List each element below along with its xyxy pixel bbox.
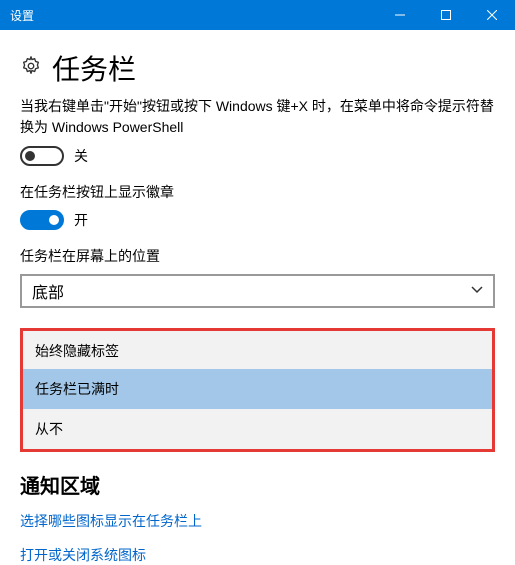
chevron-down-icon xyxy=(471,282,483,300)
window-title: 设置 xyxy=(0,7,377,24)
badge-toggle[interactable] xyxy=(20,210,64,230)
powershell-toggle[interactable] xyxy=(20,146,64,166)
page-header: 任务栏 xyxy=(20,48,495,88)
dropdown-value: 底部 xyxy=(32,279,64,303)
content: 任务栏 当我右键单击"开始"按钮或按下 Windows 键+X 时，在菜单中将命… xyxy=(0,30,515,565)
badge-toggle-row: 开 xyxy=(20,210,495,230)
toggle-label: 关 xyxy=(74,146,88,166)
system-icons-link[interactable]: 打开或关闭系统图标 xyxy=(20,545,495,565)
combo-option[interactable]: 从不 xyxy=(23,409,492,449)
badge-desc: 在任务栏按钮上显示徽章 xyxy=(20,182,495,202)
position-label: 任务栏在屏幕上的位置 xyxy=(20,246,495,266)
close-button[interactable] xyxy=(469,0,515,30)
gear-icon xyxy=(20,55,42,82)
titlebar: 设置 xyxy=(0,0,515,30)
combo-option[interactable]: 任务栏已满时 xyxy=(23,369,492,409)
toggle-label: 开 xyxy=(74,210,88,230)
powershell-desc: 当我右键单击"开始"按钮或按下 Windows 键+X 时，在菜单中将命令提示符… xyxy=(20,96,495,138)
minimize-button[interactable] xyxy=(377,0,423,30)
page-title: 任务栏 xyxy=(52,48,136,88)
choose-icons-link[interactable]: 选择哪些图标显示在任务栏上 xyxy=(20,511,495,531)
combine-buttons-dropdown-open: 始终隐藏标签 任务栏已满时 从不 xyxy=(20,328,495,452)
position-dropdown[interactable]: 底部 xyxy=(20,274,495,308)
combo-header[interactable]: 始终隐藏标签 xyxy=(23,331,492,369)
notification-section-title: 通知区域 xyxy=(20,470,495,499)
powershell-toggle-row: 关 xyxy=(20,146,495,166)
maximize-button[interactable] xyxy=(423,0,469,30)
